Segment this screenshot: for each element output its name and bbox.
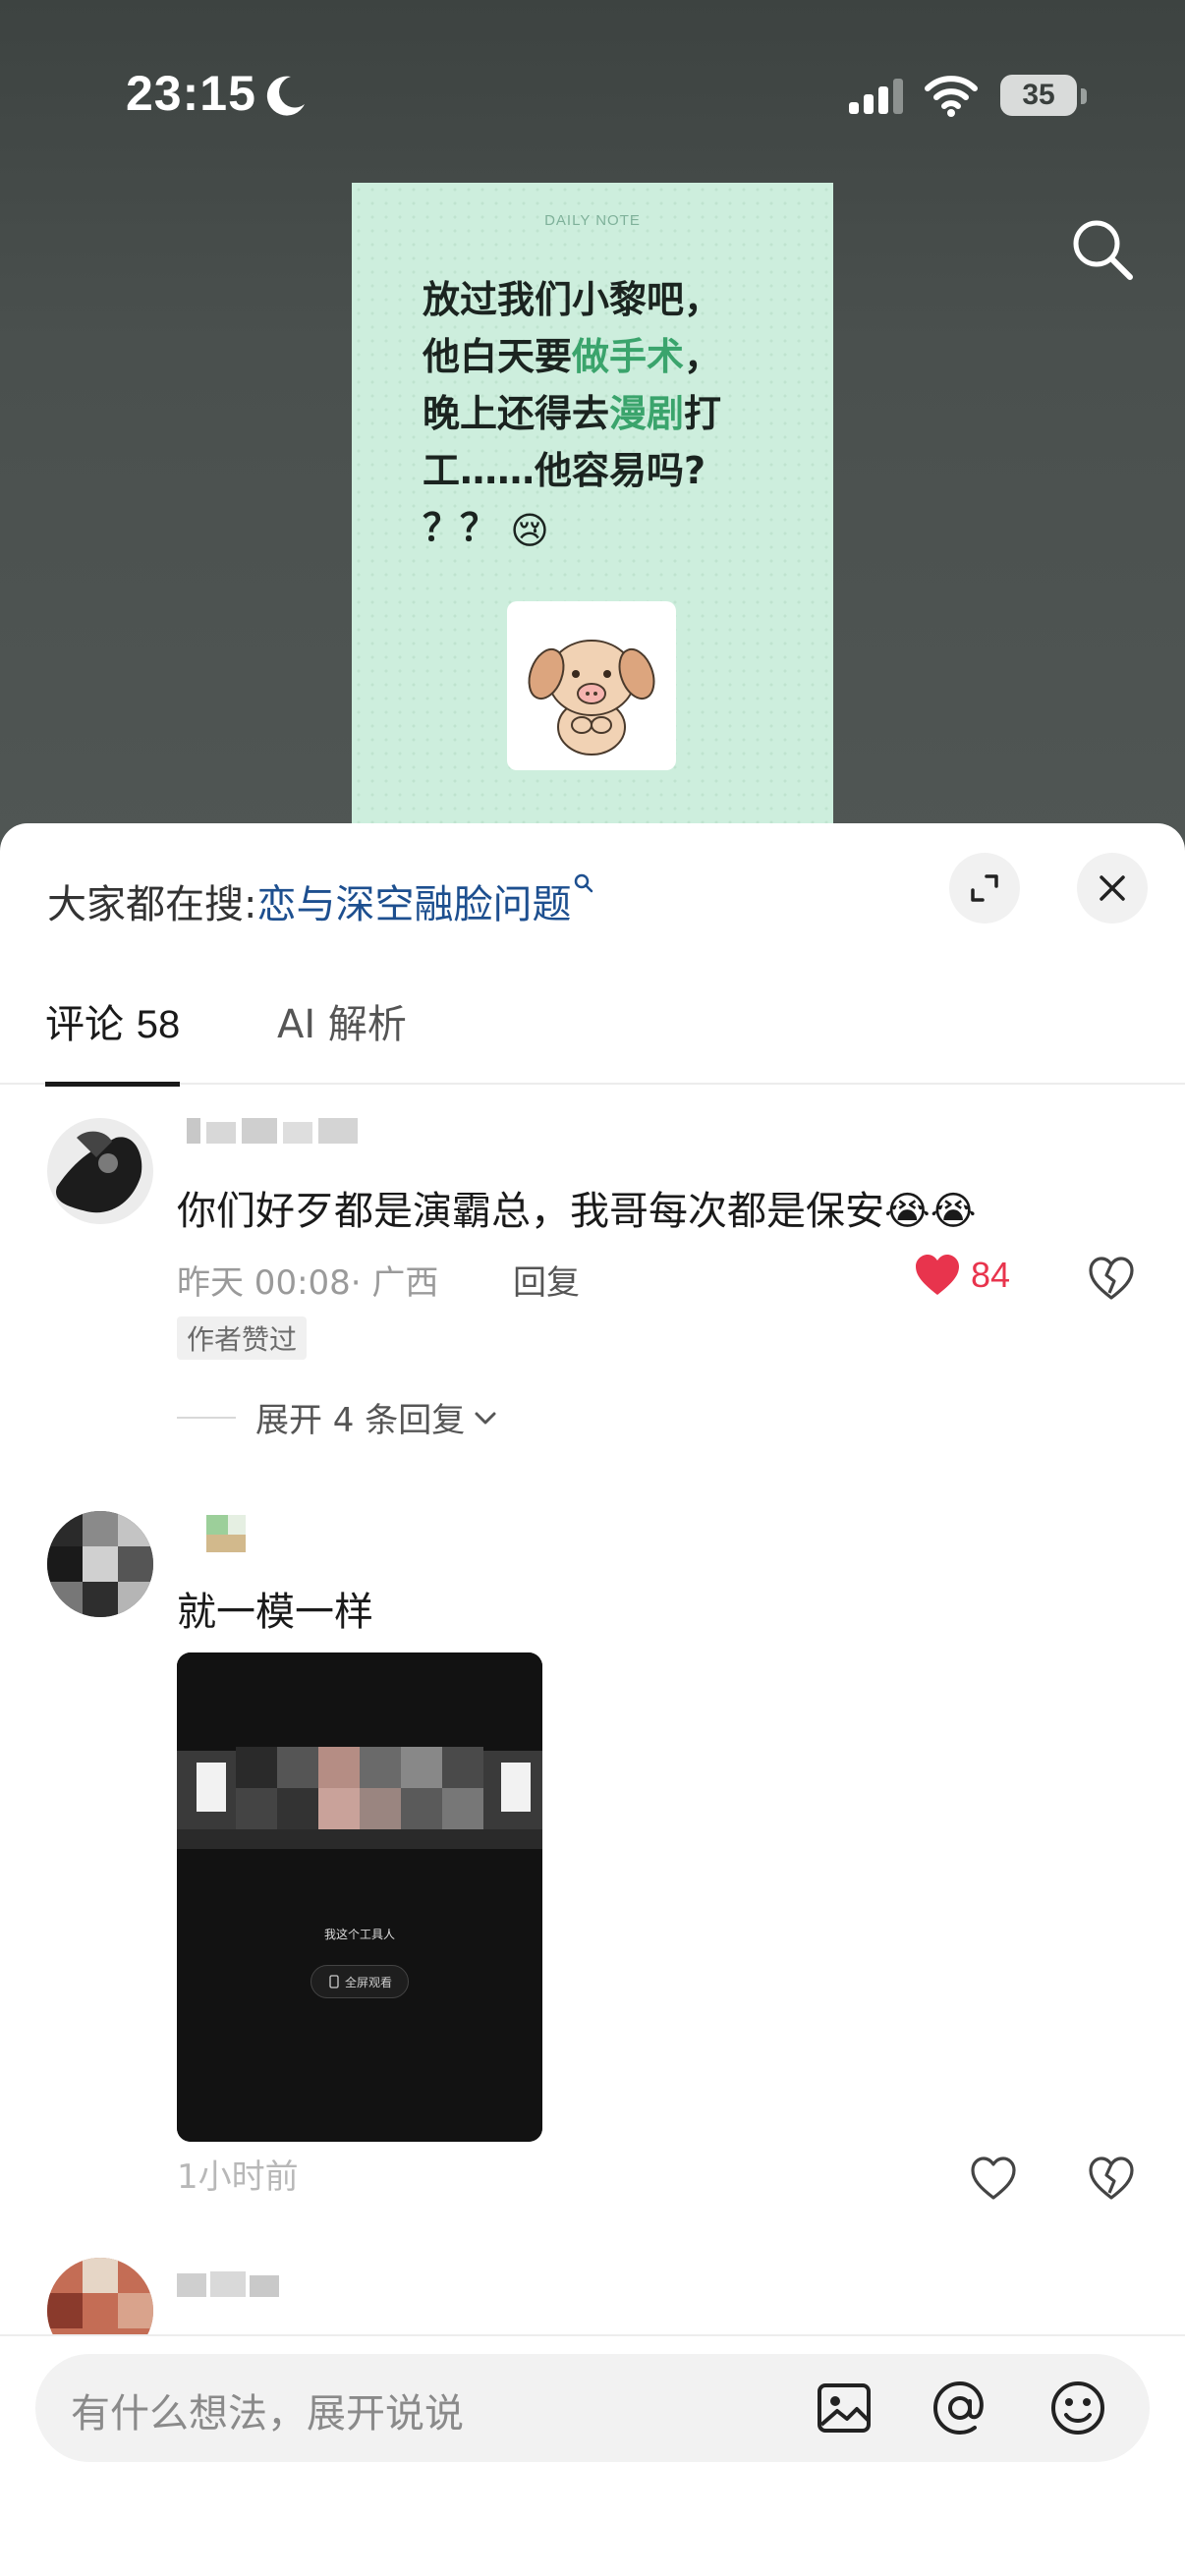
hot-search-bar[interactable]: 大家都在搜:恋与深空融脸问题	[47, 872, 594, 929]
comment-meta: 昨天 00:08· 广西	[177, 1256, 438, 1304]
note-line-3-a: 晚上还得去	[423, 392, 610, 435]
comment-meta-blurred: 1小时前	[177, 2150, 299, 2198]
expand-replies-label: 展开 4 条回复	[255, 1401, 466, 1440]
comment-input[interactable]: 有什么想法，展开说说	[35, 2354, 1150, 2462]
note-line-5: ？？ 😢	[423, 499, 796, 559]
battery-cap	[1081, 88, 1087, 104]
username-blurred[interactable]	[177, 2268, 285, 2301]
daily-note-card: DAILY NOTE 放过我们小黎吧， 他白天要做手术， 晚上还得去漫剧打 工……	[352, 183, 833, 865]
tab-comments[interactable]: 评论 58	[45, 990, 181, 1087]
hot-search-label: 大家都在搜	[47, 882, 244, 927]
note-line-2-a: 他白天要	[423, 335, 573, 378]
reply-button[interactable]: 回复	[513, 1256, 580, 1304]
comment-tabs: 评论 58 AI 解析	[0, 990, 1185, 1087]
note-text: 放过我们小黎吧， 他白天要做手术， 晚上还得去漫剧打 工……他容易吗? ？？ 😢	[423, 271, 796, 559]
comment-time: 1小时前	[177, 2157, 299, 2197]
comment-location: · 广西	[350, 1263, 439, 1303]
hot-search-query[interactable]: 恋与深空融脸问题	[256, 882, 571, 927]
battery-indicator: 35	[1000, 75, 1077, 116]
divider-line	[177, 1416, 236, 1419]
moon-icon	[266, 76, 305, 116]
like-count: 84	[971, 1255, 1011, 1295]
note-line-2: 他白天要做手术，	[423, 328, 796, 385]
video-caption: 我这个工具人	[323, 1928, 395, 1941]
avatar[interactable]	[47, 1118, 153, 1224]
rotate-phone-icon	[329, 1975, 339, 1988]
fullscreen-watch-button[interactable]: 全屏观看	[310, 1965, 409, 1998]
heart-filled-icon	[916, 1255, 959, 1295]
username-blurred[interactable]	[187, 1114, 364, 1148]
puppy-illustration-icon	[528, 640, 655, 756]
comment-text: 你们好歹都是演霸总，我哥每次都是保安😭😭	[177, 1189, 977, 1234]
comment-input-bar: 有什么想法，展开说说	[0, 2334, 1185, 2576]
emoji-icon[interactable]	[1047, 2378, 1108, 2438]
video-preview-area[interactable]: 23:15 35 DAILY NOTE 放过我们小黎吧， 他白天要做手术， 晚上…	[0, 0, 1185, 865]
comment-video-thumbnail[interactable]: 我这个工具人 全屏观看	[177, 1652, 542, 2142]
hot-search-colon: :	[244, 882, 257, 927]
expand-icon	[971, 874, 998, 902]
cellular-signal-icon	[849, 79, 903, 114]
avatar[interactable]	[47, 1511, 153, 1617]
tab-comments-count: 58	[136, 1003, 181, 1046]
like-button[interactable]: 84	[914, 1254, 1010, 1297]
dislike-icon[interactable]	[1087, 2154, 1136, 2203]
video-frame-pixelated	[177, 1652, 542, 2142]
image-picker-icon[interactable]	[814, 2378, 875, 2438]
small-search-icon	[575, 873, 593, 893]
tab-ai-analysis[interactable]: AI 解析	[277, 990, 407, 1085]
expand-replies-button[interactable]: 展开 4 条回复	[177, 1393, 498, 1441]
comment-input-placeholder: 有什么想法，展开说说	[71, 2391, 464, 2436]
note-line-2-c: ，	[684, 335, 722, 378]
search-icon[interactable]	[1067, 214, 1138, 285]
username-blurred[interactable]	[206, 1515, 250, 1554]
mention-icon[interactable]	[930, 2378, 990, 2438]
expand-sheet-button[interactable]	[949, 853, 1020, 924]
avatar-image	[47, 1118, 153, 1224]
note-label: DAILY NOTE	[544, 212, 641, 229]
note-highlight-drama: 漫剧	[609, 392, 685, 435]
dislike-icon[interactable]	[1087, 1254, 1136, 1303]
chevron-down-icon	[475, 1412, 496, 1424]
close-icon	[1100, 875, 1125, 901]
comment-time: 昨天 00:08	[177, 1263, 351, 1303]
author-liked-badge: 作者赞过	[177, 1316, 308, 1360]
note-line-4: 工……他容易吗?	[423, 449, 706, 492]
status-time: 23:15	[126, 66, 256, 121]
puppy-sticker	[507, 601, 676, 770]
note-line-5-text: ？？	[423, 506, 498, 549]
note-line-1: 放过我们小黎吧，	[423, 278, 722, 321]
note-line-3: 晚上还得去漫剧打	[423, 385, 796, 442]
wifi-icon	[925, 76, 978, 117]
fullscreen-watch-label: 全屏观看	[344, 1975, 392, 1989]
heart-outline-icon[interactable]	[969, 2154, 1018, 2203]
close-sheet-button[interactable]	[1077, 853, 1148, 924]
note-line-3-c: 打	[684, 392, 722, 435]
status-bar: 23:15 35	[0, 0, 1185, 196]
crying-emoji: 😢	[510, 508, 549, 552]
note-highlight-surgery: 做手术	[572, 335, 685, 378]
comment-sheet: 大家都在搜:恋与深空融脸问题 评论 58 AI 解析 你们好歹都是演霸总，我哥每…	[0, 823, 1185, 2576]
comment-text: 就一模一样	[177, 1590, 373, 1635]
tab-comments-label: 评论	[45, 1002, 124, 1047]
avatar-image-pixelated	[47, 1511, 153, 1617]
